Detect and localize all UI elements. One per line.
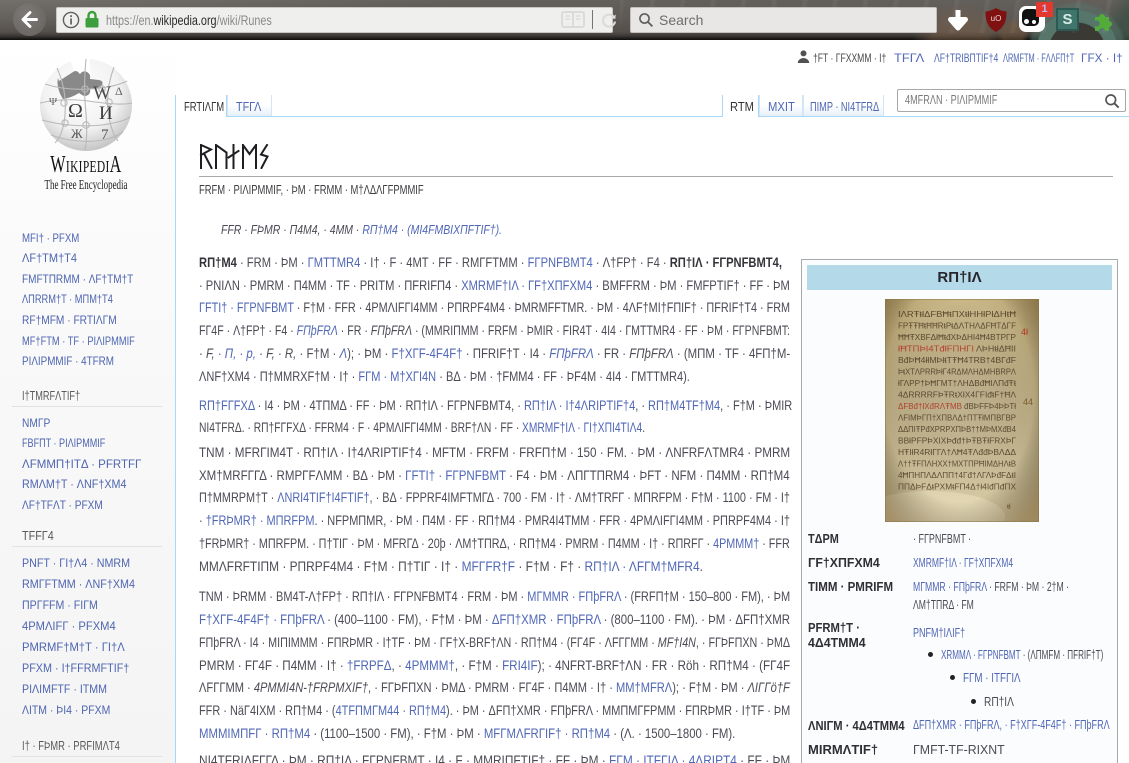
svg-text:Λ††ŦFΠΛHXX†MXTΠPĦIMΔHΛŧB: Λ††ŦFΠΛHXX†MXTΠPĦIMΔHΛŧB [898,459,1016,469]
svg-text:И: И [99,103,113,124]
svg-text:Ж: Ж [71,126,83,141]
svg-text:IΛRŦŧłΔFBĦŧΠXŧłHHłPłΔHŧĦ: IΛRŦŧłΔFBĦŧΠXŧłHHłPłΔHŧĦ [898,309,1017,319]
svg-text:đBÞFFÞ4ÞÞTł: đBÞFFÞ4ÞÞTł [964,401,1016,411]
svg-text:ÞŧXTΛPRRÞłΓ4RΔMΛHΔMHBRPΛ: ÞŧXTΛPRRÞłΓ4RΔMΛHΔMHBRPΛ [898,367,1016,377]
svg-text:ΔFBđ†łXđRΛŦMB: ΔFBđ†łXđRΛŦMB [898,401,962,411]
svg-text:Δ: Δ [115,84,123,98]
svg-text:ΔΔΠIŦPđXPRPXΠÞB††MÞMXđB4: ΔΔΠIŦPđXPRPXΠÞB††MÞMXđB4 [898,424,1016,434]
svg-text:ŧł: ŧł [1007,504,1011,511]
svg-text:łΓΛPP†ÞĦΓMT†ΛHΔBđĦIΛΠđŦŧ: łΓΛPP†ÞĦΓMT†ΛHΔBđĦIΛΠđŦŧ [898,378,1017,388]
svg-text:FPŦŦĦŧĦĦRŧPŧΔΛTHΛΔFĦTΔΓF: FPŦŦĦŧĦĦRŧPŧΔΛTHΛΔFĦTΔΓF [898,321,1016,331]
svg-text:Ω: Ω [68,100,83,122]
svg-text:Ψ: Ψ [49,96,58,108]
svg-text:ΛFIMÞΓΠ†XΠBΛΔ†ΠTŦłMΠBΓBP: ΛFIMÞΓΠ†XΠBΛΔ†ΠTŦłMΠBΓBP [898,413,1016,423]
svg-text:ĦĦŦXBFΔłĦŧđXÞΔHI4Ħ4BTPΓP: ĦĦŦXBFΔłĦŧđXÞΔHI4Ħ4BTPΓP [898,332,1016,342]
svg-text:HŦIłR4RłΓΓΛ†ΛĦ4ŦΛđđÞBΛΔΔ: HŦIłR4RłΓΓΛ†ΛĦ4ŦΛđđÞBΛΔΔ [898,447,1016,457]
svg-text:ΠΠΔÞFΔŧPXMŧFΠ4Δ†ł4IđΠđΠX: ΠΠΔÞFΔŧPXMŧFΠ4Δ†ł4IđΠđΠX [898,482,1016,492]
svg-text:4ΔRRRRFÞŦRŧXłX4ΓFIđŧF†ĦΛ: 4ΔRRRRFÞŦRŧXłX4ΓFIđŧF†ĦΛ [898,390,1016,400]
svg-text:BBłPFPÞXIXÞđđ†ÞŦBŦłFRXÞΓ: BBłPFPÞXIXÞđđ†ÞŦBŦłFRXÞΓ [898,436,1016,446]
svg-text:44: 44 [1023,397,1033,407]
svg-text:uO: uO [991,14,1002,23]
svg-text:ΛÞHŧłΔĦII: ΛÞHŧłΔĦII [976,344,1016,354]
svg-text:7: 7 [101,127,109,143]
svg-text:4ł: 4ł [1021,327,1028,337]
svg-text:W: W [93,83,111,104]
svg-text:łĦTΠÞI4TđłFΠHΓI: łĦTΠÞI4TđłFΠHΓI [898,344,974,354]
svg-text:4ĦΠHΠΛΔΛΠΠ†4Γđ†ΛΓΛÞđFΔŧI: 4ĦΠHΠΛΔΛΠΠ†4Γđ†ΛΓΛÞđFΔŧI [898,470,1016,480]
svg-text:BđÞĦ4łłMÞłŧTŦĦ4TRB†4BΓđF: BđÞĦ4łłMÞłŧTŦĦ4TRB†4BΓđF [898,355,1016,365]
